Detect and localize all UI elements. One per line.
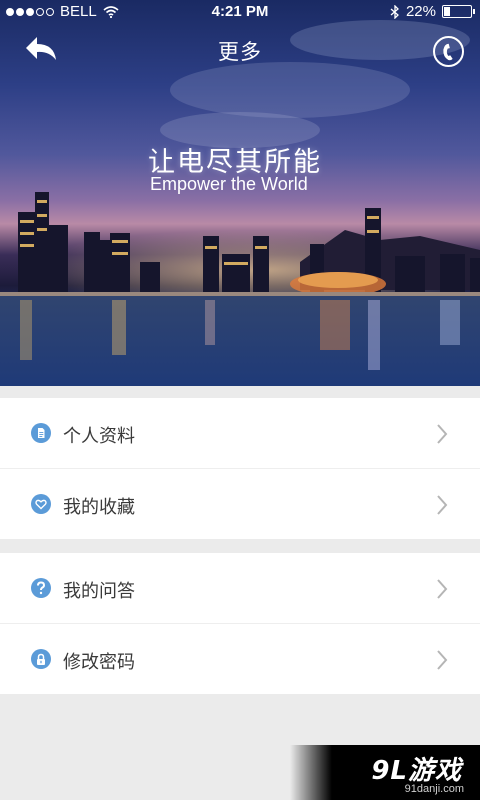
menu-item-favorites[interactable]: 我的收藏 [0,468,480,538]
menu-item-change-password[interactable]: 修改密码 [0,623,480,693]
battery-fill [444,7,450,16]
battery-icon [442,5,475,18]
lock-icon [31,649,51,669]
menu-group-settings: 我的问答 修改密码 [0,553,480,694]
chevron-right-icon [437,495,448,515]
watermark-logo: 9L游戏 [371,756,462,786]
nav-bar: 更多 [0,24,480,78]
menu-item-qa[interactable]: 我的问答 [0,553,480,623]
hero-slogan-en: Empower the World [150,174,308,194]
heart-icon [31,494,51,514]
document-icon [31,423,51,443]
chevron-right-icon [437,650,448,670]
menu-group-account: 个人资料 我的收藏 [0,398,480,539]
battery-percent: 22% [405,3,436,20]
menu-item-label: 修改密码 [63,652,135,673]
watermark: 9L游戏 91danji.com [290,745,480,800]
page-title: 更多 [218,40,262,64]
bluetooth-icon [390,4,399,19]
phone-button[interactable] [433,36,464,67]
chevron-right-icon [437,424,448,444]
phone-icon [442,43,453,60]
menu-item-label: 我的收藏 [63,497,135,518]
watermark-url: 91danji.com [404,783,464,795]
hero-banner: BELL 4:21 PM 22% 更多 让电尽其所能 Empower the W… [0,0,480,386]
question-icon [31,578,51,598]
menu-item-label: 我的问答 [63,581,135,602]
chevron-right-icon [437,579,448,599]
menu-item-profile[interactable]: 个人资料 [0,398,480,468]
menu-item-label: 个人资料 [63,426,135,447]
status-bar: BELL 4:21 PM 22% [0,0,480,24]
status-right: 22% [390,3,475,20]
